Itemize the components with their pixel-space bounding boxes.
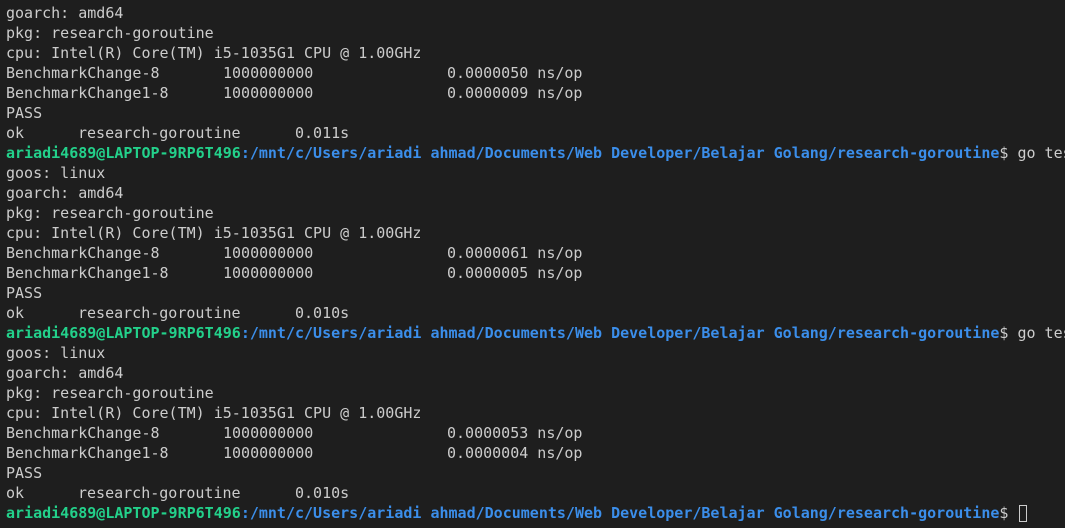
- pkg-line: pkg: research-goroutine: [6, 384, 214, 402]
- pass-line: PASS: [6, 104, 43, 122]
- ok-line: ok research-goroutine 0.011s: [6, 123, 1065, 143]
- benchmark-result: 0.0000005 ns/op: [447, 264, 583, 282]
- pass-line: PASS: [6, 464, 43, 482]
- benchmark-row: BenchmarkChange-8 1000000000 0.0000053 ns/…: [6, 423, 1065, 443]
- terminal-output[interactable]: goarch: amd64 pkg: research-goroutine cp…: [0, 0, 1065, 528]
- prompt-path: :/mnt/c/Users/ariadi ahmad/Documents/Web…: [240, 324, 1000, 342]
- benchmark-result: 0.0000053 ns/op: [447, 424, 583, 442]
- benchmark-iterations: 1000000000: [223, 84, 314, 102]
- active-prompt-line[interactable]: ariadi4689@LAPTOP-9RP6T496:/mnt/c/Users/…: [6, 503, 1065, 523]
- ok-package: research-goroutine: [78, 124, 241, 142]
- prompt-user: ariadi4689@LAPTOP-9RP6T496: [6, 504, 241, 522]
- ok-label: ok: [6, 484, 25, 502]
- ok-label: ok: [6, 124, 25, 142]
- prompt-path: :/mnt/c/Users/ariadi ahmad/Documents/Web…: [240, 504, 1000, 522]
- prompt-line[interactable]: ariadi4689@LAPTOP-9RP6T496:/mnt/c/Users/…: [6, 323, 1065, 343]
- ok-package: research-goroutine: [78, 484, 241, 502]
- benchmark-result: 0.0000050 ns/op: [447, 64, 583, 82]
- pass-line: PASS: [6, 284, 43, 302]
- benchmark-row: BenchmarkChange1-8 1000000000 0.0000004 ns…: [6, 443, 1065, 463]
- ok-label: ok: [6, 304, 25, 322]
- benchmark-name: BenchmarkChange1-8: [6, 264, 169, 282]
- benchmark-row: BenchmarkChange1-8 1000000000 0.0000009 ns…: [6, 83, 1065, 103]
- benchmark-result: 0.0000009 ns/op: [447, 84, 583, 102]
- benchmark-name: BenchmarkChange1-8: [6, 444, 169, 462]
- prompt-line[interactable]: ariadi4689@LAPTOP-9RP6T496:/mnt/c/Users/…: [6, 143, 1065, 163]
- cpu-line: cpu: Intel(R) Core(TM) i5-1035G1 CPU @ 1…: [6, 44, 422, 62]
- benchmark-iterations: 1000000000: [223, 444, 314, 462]
- benchmark-result: 0.0000004 ns/op: [447, 444, 583, 462]
- ok-line: ok research-goroutine 0.010s: [6, 303, 1065, 323]
- text-cursor[interactable]: [1019, 505, 1028, 522]
- benchmark-iterations: 1000000000: [223, 64, 314, 82]
- benchmark-name: BenchmarkChange-8: [6, 424, 160, 442]
- benchmark-row: BenchmarkChange-8 1000000000 0.0000050 ns/…: [6, 63, 1065, 83]
- goos-line: goos: linux: [6, 164, 106, 182]
- ok-time: 0.010s: [295, 484, 350, 502]
- benchmark-row: BenchmarkChange1-8 1000000000 0.0000005 ns…: [6, 263, 1065, 283]
- benchmark-name: BenchmarkChange1-8: [6, 84, 169, 102]
- benchmark-iterations: 1000000000: [223, 424, 314, 442]
- goos-line: goos: linux: [6, 344, 106, 362]
- goarch-line: goarch: amd64: [6, 184, 124, 202]
- ok-package: research-goroutine: [78, 304, 241, 322]
- ok-time: 0.010s: [295, 304, 350, 322]
- benchmark-row: BenchmarkChange-8 1000000000 0.0000061 ns/…: [6, 243, 1065, 263]
- benchmark-name: BenchmarkChange-8: [6, 64, 160, 82]
- prompt-dollar: $: [999, 504, 1018, 522]
- benchmark-result: 0.0000061 ns/op: [447, 244, 583, 262]
- pkg-line: pkg: research-goroutine: [6, 204, 214, 222]
- pkg-line: pkg: research-goroutine: [6, 24, 214, 42]
- goarch-line: goarch: amd64: [6, 364, 124, 382]
- ok-time: 0.011s: [295, 124, 350, 142]
- prompt-dollar: $: [999, 144, 1018, 162]
- prompt-path: :/mnt/c/Users/ariadi ahmad/Documents/Web…: [240, 144, 1000, 162]
- ok-line: ok research-goroutine 0.010s: [6, 483, 1065, 503]
- prompt-user: ariadi4689@LAPTOP-9RP6T496: [6, 144, 241, 162]
- cpu-line: cpu: Intel(R) Core(TM) i5-1035G1 CPU @ 1…: [6, 224, 422, 242]
- benchmark-name: BenchmarkChange-8: [6, 244, 160, 262]
- prompt-command: go test -bench=.: [1017, 144, 1065, 162]
- goarch-line: goarch: amd64: [6, 4, 124, 22]
- prompt-dollar: $: [999, 324, 1018, 342]
- benchmark-iterations: 1000000000: [223, 264, 314, 282]
- prompt-user: ariadi4689@LAPTOP-9RP6T496: [6, 324, 241, 342]
- cpu-line: cpu: Intel(R) Core(TM) i5-1035G1 CPU @ 1…: [6, 404, 422, 422]
- prompt-command: go test -bench=.: [1017, 324, 1065, 342]
- benchmark-iterations: 1000000000: [223, 244, 314, 262]
